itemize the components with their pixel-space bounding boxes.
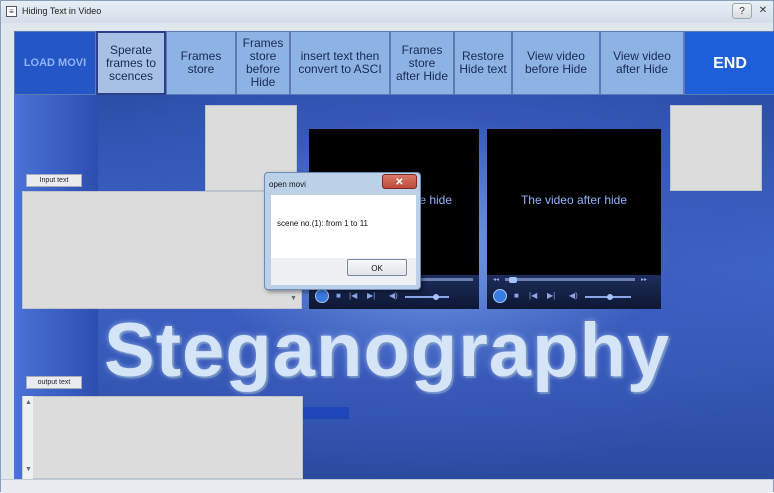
scroll-up-icon[interactable]: ▲ bbox=[25, 399, 32, 406]
insert-text-button[interactable]: insert text then convert to ASCI bbox=[290, 31, 390, 95]
ok-button[interactable]: OK bbox=[347, 259, 407, 276]
output-scrollbar[interactable]: ▲ ▼ bbox=[22, 396, 33, 479]
load-movie-button[interactable]: LOAD MOVI bbox=[14, 31, 96, 95]
volume-knob[interactable] bbox=[433, 294, 439, 300]
title-bar: ≡ Hiding Text in Video ? ✕ bbox=[1, 1, 773, 23]
help-button[interactable]: ? bbox=[732, 3, 752, 19]
volume-knob[interactable] bbox=[607, 294, 613, 300]
window-title: Hiding Text in Video bbox=[22, 6, 102, 16]
previous-icon[interactable]: |◀ bbox=[349, 291, 357, 300]
dialog-message: scene no.(1): from 1 to 11 bbox=[277, 219, 369, 228]
forward-icon[interactable]: ▸▸ bbox=[641, 276, 647, 283]
output-text-area[interactable] bbox=[22, 396, 303, 479]
end-button[interactable]: END bbox=[684, 31, 774, 95]
dialog-close-button[interactable]: ✕ bbox=[382, 174, 417, 189]
app-window: ≡ Hiding Text in Video ? ✕ LOAD MOVI Spe… bbox=[0, 0, 774, 493]
input-scroll-down-icon[interactable]: ▼ bbox=[290, 295, 297, 302]
toolbar: LOAD MOVI Sperate frames to scences Fram… bbox=[14, 31, 774, 95]
rewind-icon[interactable]: ◂◂ bbox=[493, 276, 499, 283]
frames-store-before-hide-button[interactable]: Frames store before Hide bbox=[236, 31, 290, 95]
video-after-title: The video after hide bbox=[520, 193, 628, 207]
volume-slider[interactable] bbox=[405, 296, 449, 298]
dialog-body: scene no.(1): from 1 to 11 bbox=[271, 195, 416, 258]
video-after-seekbar[interactable] bbox=[505, 278, 635, 281]
view-video-after-hide-button[interactable]: View video after Hide bbox=[600, 31, 684, 95]
video-player-after[interactable]: The video after hide bbox=[487, 129, 661, 275]
volume-icon[interactable]: ◀) bbox=[569, 291, 578, 300]
stop-icon[interactable]: ■ bbox=[336, 291, 341, 300]
scroll-down-icon[interactable]: ▼ bbox=[25, 466, 32, 473]
video-after-controls: ◂◂ ▸▸ ■ |◀ ▶| ◀) bbox=[487, 275, 661, 309]
app-icon: ≡ bbox=[6, 6, 17, 17]
dialog-title: open movi bbox=[269, 180, 306, 189]
output-text-label: output text bbox=[26, 376, 82, 389]
frames-store-button[interactable]: Frames store bbox=[166, 31, 236, 95]
input-text-label: Input text bbox=[26, 174, 82, 187]
next-icon[interactable]: ▶| bbox=[367, 291, 375, 300]
view-video-before-hide-button[interactable]: View video before Hide bbox=[512, 31, 600, 95]
stop-icon[interactable]: ■ bbox=[514, 291, 519, 300]
volume-icon[interactable]: ◀) bbox=[389, 291, 398, 300]
play-icon[interactable] bbox=[315, 289, 329, 303]
separate-frames-button[interactable]: Sperate frames to scences bbox=[96, 31, 166, 95]
open-movie-dialog: open movi ✕ scene no.(1): from 1 to 11 O… bbox=[264, 172, 421, 290]
frame-preview-after bbox=[670, 105, 762, 191]
steganography-banner: Steganography bbox=[104, 308, 671, 393]
next-icon[interactable]: ▶| bbox=[547, 291, 555, 300]
restore-hide-text-button[interactable]: Restore Hide text bbox=[454, 31, 512, 95]
frames-store-after-hide-button[interactable]: Frames store after Hide bbox=[390, 31, 454, 95]
seek-knob[interactable] bbox=[509, 277, 517, 283]
input-text-area[interactable] bbox=[22, 191, 302, 309]
status-bar bbox=[1, 479, 773, 493]
play-icon[interactable] bbox=[493, 289, 507, 303]
previous-icon[interactable]: |◀ bbox=[529, 291, 537, 300]
window-close-button[interactable]: ✕ bbox=[755, 3, 771, 19]
